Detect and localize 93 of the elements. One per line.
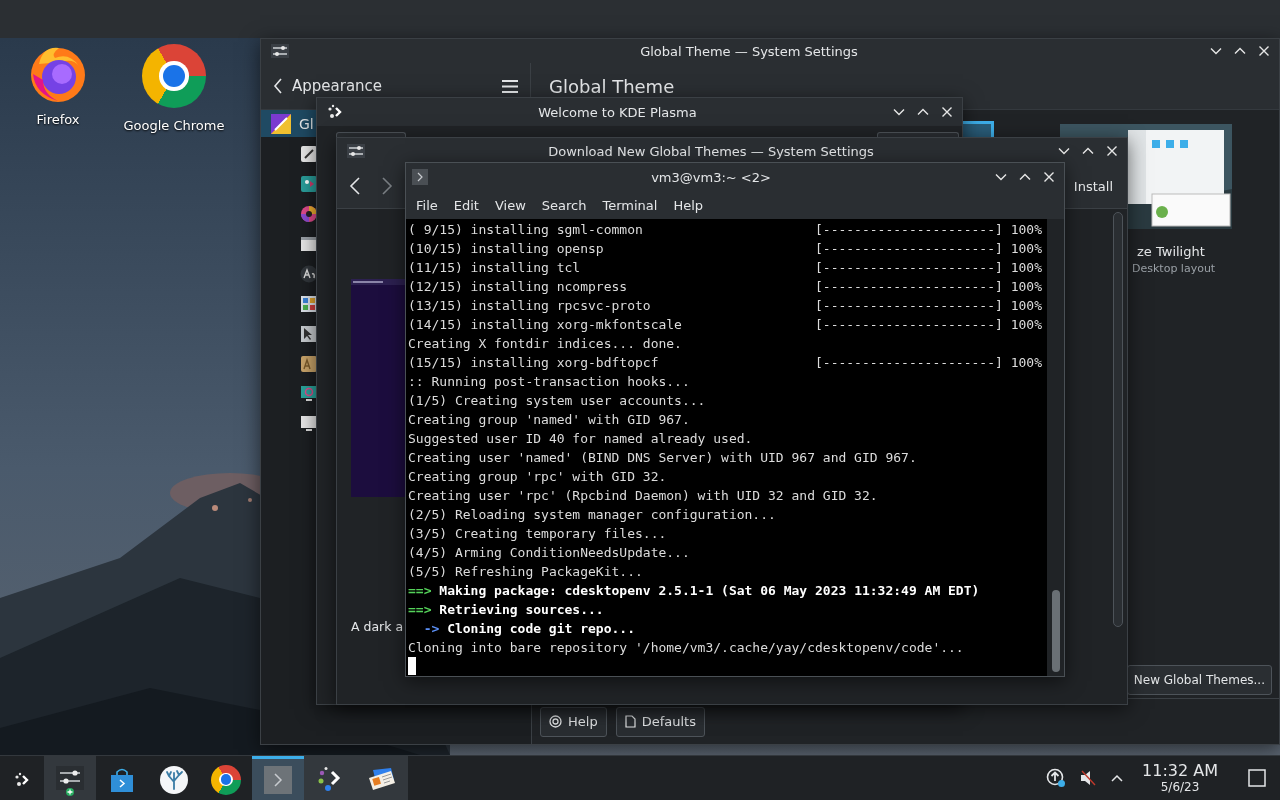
scrollbar[interactable] xyxy=(1113,212,1123,627)
theme-subtitle: Desktop layout xyxy=(1132,262,1216,275)
expand-tray-icon[interactable] xyxy=(1110,773,1125,783)
setting-icon[interactable] xyxy=(300,205,318,223)
progress-bar-text: [----------------------] 100% xyxy=(815,240,1042,258)
taskbar-button[interactable] xyxy=(44,756,96,800)
get-new-button[interactable]: New Global Themes... xyxy=(1126,665,1272,695)
window-title: Global Theme — System Settings xyxy=(639,43,859,59)
close-button[interactable] xyxy=(1105,144,1119,158)
terminal-line: (12/15) installing ncompress xyxy=(408,278,629,296)
theme-name: ze Twilight xyxy=(1137,244,1205,259)
close-button[interactable] xyxy=(940,105,954,119)
update-icon[interactable] xyxy=(1046,768,1067,788)
palette-icon xyxy=(271,113,291,134)
back-icon xyxy=(273,78,283,94)
terminal-line: Creating X fontdir indices... done. xyxy=(408,335,682,353)
menu-item[interactable]: Search xyxy=(533,197,595,213)
terminal-line: (11/15) installing tcl xyxy=(408,259,582,277)
setting-icon[interactable] xyxy=(300,295,318,313)
desktop-icon-label[interactable]: Google Chrome xyxy=(123,118,225,133)
terminal-icon xyxy=(264,765,292,794)
terminal-line: (14/15) installing xorg-mkfontscale xyxy=(408,316,683,334)
menu-item[interactable]: Terminal xyxy=(594,197,666,213)
window-title: Welcome to KDE Plasma xyxy=(537,104,698,120)
menu-item[interactable]: Edit xyxy=(445,197,487,213)
progress-bar-text: [----------------------] 100% xyxy=(815,354,1042,372)
terminal-line: (3/5) Creating temporary files... xyxy=(408,525,667,543)
terminal-icon xyxy=(412,169,428,185)
setting-icon[interactable] xyxy=(300,325,318,343)
clock-date[interactable]: 5/6/23 xyxy=(1160,780,1200,794)
coral-icon xyxy=(160,765,188,794)
window-title: Download New Global Themes — System Settings xyxy=(547,143,875,159)
terminal-line: (2/5) Reloading system manager configuration... xyxy=(408,506,776,524)
shopping-bag-icon xyxy=(109,766,135,793)
page-title: Global Theme xyxy=(548,74,675,99)
document-icon xyxy=(624,715,636,728)
sliders-icon xyxy=(347,144,365,158)
menu-item[interactable]: File xyxy=(408,197,446,213)
terminal-line: Cloning into bare repository '/home/vm3/.cache/yay/cdesktopenv/code'... xyxy=(408,639,964,657)
sliders-icon xyxy=(271,44,289,58)
close-button[interactable] xyxy=(1042,170,1056,184)
progress-bar-text: [----------------------] 100% xyxy=(815,297,1042,315)
terminal-line: Creating group 'named' with GID 967. xyxy=(408,411,690,429)
progress-bar-text: [----------------------] 100% xyxy=(815,278,1042,296)
kde-icon xyxy=(327,104,343,120)
desktop-icon-label[interactable]: Firefox xyxy=(36,112,80,127)
help-button[interactable]: Help xyxy=(540,706,607,737)
progress-bar-text: [----------------------] 100% xyxy=(815,259,1042,277)
terminal-line: (13/15) installing rpcsvc-proto xyxy=(408,297,652,315)
chrome-icon xyxy=(211,764,241,795)
theme-description: A dark a xyxy=(351,619,404,634)
terminal-line: (10/15) installing opensp xyxy=(408,240,605,258)
close-button[interactable] xyxy=(1257,44,1271,58)
install-button[interactable]: Install xyxy=(1073,178,1113,194)
defaults-button[interactable]: Defaults xyxy=(615,706,705,737)
window-title: vm3@vm3:~ <2> xyxy=(650,169,772,185)
terminal-line: ==> Making package: cdesktopenv 2.5.1-1 (Sat 06 May 2023 11:32:49 AM EDT) xyxy=(408,582,980,600)
setting-icon[interactable] xyxy=(300,385,318,403)
setting-icon[interactable] xyxy=(300,415,318,433)
setting-icon[interactable] xyxy=(300,265,318,283)
terminal-line: -> Cloning code git repo... xyxy=(422,620,635,638)
forward-button[interactable] xyxy=(381,176,393,196)
progress-bar-text: [----------------------] 100% xyxy=(815,316,1042,334)
setting-icon[interactable] xyxy=(300,235,318,253)
sliders-icon xyxy=(56,763,84,796)
terminal-line: (4/5) Arming ConditionNeedsUpdate... xyxy=(408,544,690,562)
terminal-line: Suggested user ID 40 for named already used. xyxy=(408,430,753,448)
terminal-line: (5/5) Refreshing PackageKit... xyxy=(408,563,643,581)
terminal-line: (15/15) installing xorg-bdftopcf xyxy=(408,354,660,372)
menu-item[interactable]: View xyxy=(486,197,534,213)
clock-time[interactable]: 11:32 AM xyxy=(1142,762,1218,780)
back-link[interactable]: Appearance xyxy=(273,77,492,95)
terminal-line: ==> Retrieving sources... xyxy=(408,601,604,619)
terminal-line: Creating user 'named' (BIND DNS Server) with UID 967 and GID 967. xyxy=(408,449,917,467)
setting-icon[interactable] xyxy=(300,145,318,163)
back-button[interactable] xyxy=(349,176,361,196)
sidebar-item[interactable]: Gl xyxy=(261,110,317,137)
setting-icon[interactable] xyxy=(300,355,318,373)
terminal-line: :: Running post-transaction hooks... xyxy=(408,373,690,391)
help-icon xyxy=(549,715,562,728)
scrollbar-thumb[interactable] xyxy=(1051,590,1060,672)
menu-item[interactable]: Help xyxy=(665,197,712,213)
menu-icon[interactable] xyxy=(502,79,518,93)
setting-icon[interactable] xyxy=(300,175,318,193)
text-cursor xyxy=(408,657,416,675)
terminal-line: Creating user 'rpc' (Rpcbind Daemon) with UID 32 and GID 32. xyxy=(408,487,878,505)
terminal-line: Creating group 'rpc' with GID 32. xyxy=(408,468,667,486)
taskbar-button[interactable] xyxy=(356,756,408,800)
show-desktop-icon[interactable] xyxy=(1248,769,1266,787)
terminal-line: ( 9/15) installing sgml-common xyxy=(408,221,644,239)
terminal-line: (1/5) Creating system user accounts... xyxy=(408,392,706,410)
progress-bar-text: [----------------------] 100% xyxy=(815,221,1042,239)
launcher-icon xyxy=(14,771,30,788)
